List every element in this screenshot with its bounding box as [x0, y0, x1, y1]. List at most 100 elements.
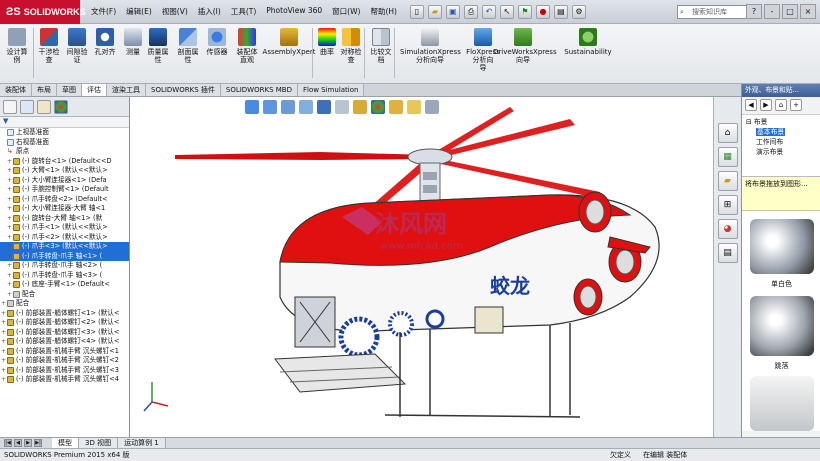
tree-item-component[interactable]: + (-) 前部装置-艏体螺钉<1> (默认< — [0, 309, 129, 319]
tree-item-component[interactable]: + (-) 大小臂连接器-大臂 轴<1 — [0, 204, 129, 214]
menu-window[interactable]: 窗口(W) — [327, 6, 365, 17]
feature-tree-tab-icon[interactable] — [3, 100, 17, 114]
tree-item-component[interactable]: + (-) 前部装置-机械手臂 沉头螺钉<1 — [0, 347, 129, 357]
expand-icon[interactable]: + — [0, 356, 7, 366]
tree-item-component[interactable]: + (-) 爪手转盘-爪手 轴<2> ( — [0, 261, 129, 271]
back-icon[interactable]: ◀ — [745, 99, 757, 111]
help-button[interactable]: ? — [746, 4, 762, 19]
tree-item-component[interactable]: + (-) 手腕控制臂<1> (Default — [0, 185, 129, 195]
symmetry-check-button[interactable]: 对称检 查 — [336, 28, 366, 64]
tab-evaluate[interactable]: 评估 — [82, 84, 107, 96]
tab-motion-study[interactable]: 运动算例 1 — [118, 438, 166, 448]
tree-item-component[interactable]: + (-) 前部装置-艏体螺钉<4> (默认< — [0, 337, 129, 347]
solidworks-resources-icon[interactable]: ⌂ — [717, 123, 738, 143]
expand-icon[interactable]: + — [6, 204, 13, 214]
section-properties-button[interactable]: 剖面属 性 — [173, 28, 203, 64]
tree-item-origin[interactable]: ↳ 原点 — [0, 147, 129, 157]
minimize-button[interactable]: - — [764, 4, 780, 19]
scene-folder-basic[interactable]: 基本布景 — [746, 127, 820, 137]
scene-swatch-plain-white[interactable] — [750, 219, 814, 274]
print-icon[interactable]: ⎙ — [463, 4, 478, 19]
expand-icon[interactable]: + — [6, 252, 13, 262]
tree-item-component[interactable]: + (-) 前部装置-艏体螺钉<3> (默认< — [0, 328, 129, 338]
property-manager-tab-icon[interactable] — [20, 100, 34, 114]
menu-tools[interactable]: 工具(T) — [226, 6, 261, 17]
expand-icon[interactable]: + — [6, 290, 13, 300]
custom-properties-icon[interactable]: ▤ — [717, 243, 738, 263]
expand-icon[interactable]: + — [0, 375, 7, 385]
design-study-button[interactable]: 设计算 例 — [2, 28, 32, 64]
hole-align-button[interactable]: 孔对齐 — [90, 28, 120, 56]
expand-icon[interactable]: + — [0, 347, 7, 357]
expand-icon[interactable]: + — [6, 280, 13, 290]
undo-icon[interactable]: ↶ — [481, 4, 496, 19]
tab-layout[interactable]: 布局 — [32, 84, 57, 96]
expand-icon[interactable]: + — [6, 185, 13, 195]
submersible-model[interactable]: 蛟龙 沐风网 www.mfcad.com — [130, 97, 713, 437]
graphics-area[interactable]: 蛟龙 沐风网 www.mfcad.com — [130, 97, 713, 437]
traffic-light-icon[interactable]: ● — [535, 4, 550, 19]
new-file-icon[interactable]: ▯ — [409, 4, 424, 19]
view-palette-icon[interactable]: ⊞ — [717, 195, 738, 215]
expand-icon[interactable]: + — [6, 176, 13, 186]
home-icon[interactable]: ⌂ — [775, 99, 787, 111]
tab-assembly[interactable]: 装配体 — [0, 84, 32, 96]
expand-icon[interactable]: + — [6, 195, 13, 205]
expand-icon[interactable]: + — [0, 328, 7, 338]
expand-icon[interactable]: + — [6, 242, 13, 252]
forward-icon[interactable]: ▶ — [760, 99, 772, 111]
expand-icon[interactable]: + — [6, 223, 13, 233]
search-input[interactable]: 搜索知识库 — [677, 5, 757, 19]
sensor-button[interactable]: 传感器 — [202, 28, 232, 56]
tree-item-plane[interactable]: 右视基准面 — [0, 138, 129, 148]
tree-item-component[interactable]: + (-) 爪手<2> (默认<<默认> — [0, 233, 129, 243]
compare-documents-button[interactable]: 比较文 档 — [366, 28, 396, 64]
menu-photoview[interactable]: PhotoView 360 — [261, 6, 327, 17]
expand-icon[interactable]: + — [0, 299, 7, 309]
menu-insert[interactable]: 插入(I) — [193, 6, 226, 17]
interference-check-button[interactable]: 干涉检 查 — [34, 28, 64, 64]
design-library-icon[interactable]: ▦ — [717, 147, 738, 167]
tree-item-component[interactable]: + (-) 前部装置-机械手臂 沉头螺钉<2 — [0, 356, 129, 366]
tree-item-component[interactable]: + (-) 前部装置-艏体螺钉<2> (默认< — [0, 318, 129, 328]
tree-item-component[interactable]: + (-) 大臂<1> (默认<<默认> — [0, 166, 129, 176]
file-explorer-icon[interactable]: ▰ — [717, 171, 738, 191]
expand-icon[interactable]: + — [6, 214, 13, 224]
next-tab-icon[interactable]: ▶ — [24, 439, 32, 447]
solidworks-logo[interactable]: ƧS SOLIDWORKS — [0, 0, 86, 24]
tab-3d-views[interactable]: 3D 视图 — [79, 438, 119, 448]
tab-mbd[interactable]: SOLIDWORKS MBD — [220, 84, 298, 96]
tree-item-plane[interactable]: 上视基准面 — [0, 128, 129, 138]
tree-item-component[interactable]: + (-) 旋转台-大臂 轴<1> (默 — [0, 214, 129, 224]
expand-icon[interactable]: + — [6, 271, 13, 281]
file-properties-icon[interactable]: ▤ — [553, 4, 568, 19]
expand-icon[interactable]: + — [0, 366, 7, 376]
sustainability-button[interactable]: Sustainability — [560, 28, 616, 56]
rebuild-icon[interactable]: ⚑ — [517, 4, 532, 19]
tab-sketch[interactable]: 草图 — [57, 84, 82, 96]
prev-tab-icon[interactable]: ◀ — [14, 439, 22, 447]
tree-item-component[interactable]: + (-) 爪手转盘-爪手 轴<3> ( — [0, 271, 129, 281]
tree-item-component[interactable]: + (-) 爪手转盘-爪手 轴<1> ( — [0, 251, 129, 262]
tab-render-tools[interactable]: 渲染工具 — [107, 84, 146, 96]
tree-item-component[interactable]: + (-) 爪手<3> (默认<<默认> — [0, 242, 129, 252]
clearance-verify-button[interactable]: 间隙验 证 — [62, 28, 92, 64]
first-tab-icon[interactable]: |◀ — [4, 439, 12, 447]
assembly-visualization-button[interactable]: 装配体 直观 — [232, 28, 262, 64]
expand-icon[interactable]: + — [6, 261, 13, 271]
funnel-icon[interactable]: ▼ — [0, 117, 129, 128]
expand-icon[interactable]: + — [6, 157, 13, 167]
assemblyxpert-button[interactable]: AssemblyXpert — [262, 28, 316, 56]
simulationxpress-button[interactable]: SimulationXpress 分析向导 — [400, 28, 461, 64]
tab-addins[interactable]: SOLIDWORKS 插件 — [146, 84, 221, 96]
tree-item-component[interactable]: + (-) 爪手<1> (默认<<默认> — [0, 223, 129, 233]
tree-item-mates[interactable]: + 配合 — [0, 290, 129, 300]
select-icon[interactable]: ↖ — [499, 4, 514, 19]
tree-item-mates[interactable]: + 配合 — [0, 299, 129, 309]
last-tab-icon[interactable]: ▶| — [34, 439, 42, 447]
tab-model[interactable]: 模型 — [52, 438, 79, 448]
tree-item-component[interactable]: + (-) 前部装置-机械手臂 沉头螺钉<4 — [0, 375, 129, 385]
scene-swatch-backdrop[interactable] — [750, 296, 814, 356]
close-button[interactable]: × — [800, 4, 816, 19]
tree-item-component[interactable]: + (-) 前部装置-机械手臂 沉头螺钉<3 — [0, 366, 129, 376]
